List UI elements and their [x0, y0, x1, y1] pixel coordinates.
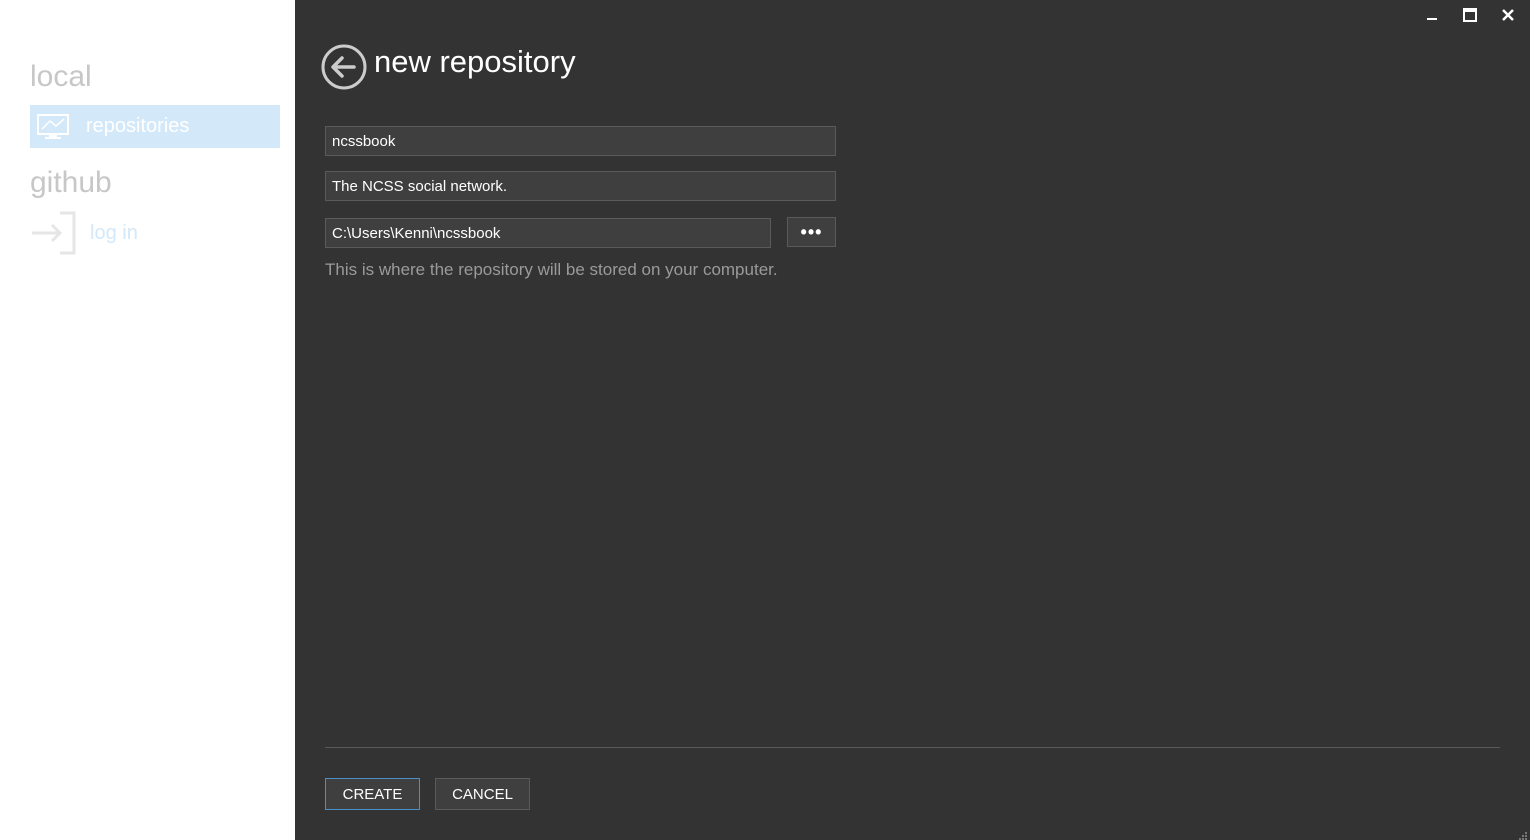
maximize-icon	[1463, 7, 1477, 27]
section-title-github: github	[30, 166, 112, 199]
create-button[interactable]: CREATE	[325, 778, 420, 810]
repository-name-input[interactable]	[325, 126, 836, 156]
login-icon	[30, 210, 76, 256]
minimize-icon	[1426, 8, 1438, 26]
minimize-button[interactable]	[1416, 6, 1448, 28]
close-button[interactable]	[1492, 6, 1524, 28]
path-hint: This is where the repository will be sto…	[325, 260, 778, 279]
divider	[325, 747, 1500, 748]
back-arrow-icon	[321, 44, 367, 94]
window-controls	[1416, 6, 1524, 28]
close-icon	[1501, 8, 1515, 27]
sidebar-item-login[interactable]: log in	[30, 210, 280, 256]
cancel-button[interactable]: CANCEL	[435, 778, 530, 810]
maximize-button[interactable]	[1454, 6, 1486, 28]
local-path-input[interactable]	[325, 218, 771, 248]
sidebar-item-label: log in	[90, 221, 138, 244]
sidebar: local repositories github log in	[0, 0, 295, 840]
monitor-icon	[36, 113, 70, 141]
resize-grip-icon[interactable]	[1518, 828, 1528, 840]
browse-button[interactable]: •••	[787, 217, 836, 247]
repository-description-input[interactable]	[325, 171, 836, 201]
sidebar-item-repositories[interactable]: repositories	[30, 105, 280, 148]
page-title: new repository	[374, 44, 576, 79]
main-panel: new repository ••• This is where the rep…	[295, 0, 1530, 840]
back-button[interactable]	[321, 44, 367, 90]
section-title-local: local	[30, 60, 92, 93]
sidebar-item-label: repositories	[86, 115, 190, 137]
